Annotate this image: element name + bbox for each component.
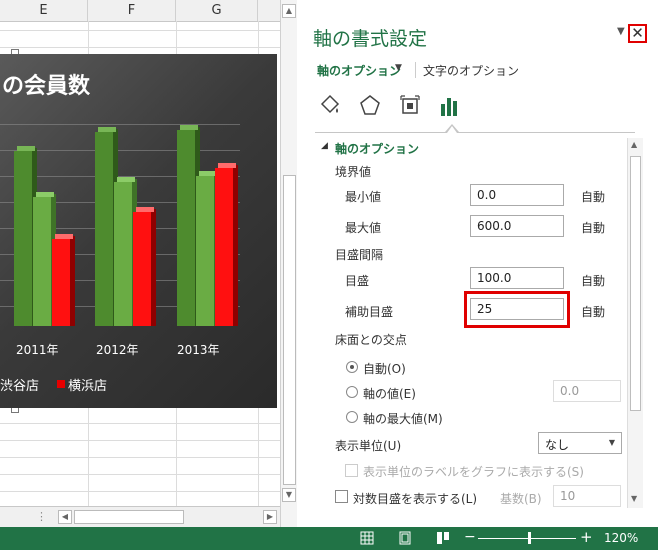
close-icon[interactable]: ✕	[628, 24, 647, 43]
scroll-thumb[interactable]	[74, 510, 184, 524]
bounds-label: 境界値	[335, 165, 372, 179]
min-label: 最小値	[345, 190, 382, 204]
zoom-slider-thumb[interactable]	[528, 532, 531, 544]
chevron-down-icon[interactable]: ▼	[395, 63, 402, 73]
worksheet[interactable]: E F G の会員数 2011年 2012年 2013年 渋谷店 横浜店 ⋮ ◀…	[0, 0, 280, 527]
bar-series1-2[interactable]	[95, 127, 118, 326]
max-value-field[interactable]: 600.0	[470, 215, 564, 237]
max-auto-button[interactable]: 自動	[581, 219, 605, 236]
scroll-left-button[interactable]: ◀	[58, 510, 72, 524]
axis-options-icon[interactable]	[437, 92, 463, 118]
column-header-bar: E F G	[0, 0, 280, 22]
zoom-in-button[interactable]: +	[580, 528, 593, 546]
sheet-tab-splitter[interactable]: ⋮	[36, 510, 47, 523]
minor-auto-button[interactable]: 自動	[581, 303, 605, 320]
log-scale-checkbox[interactable]	[335, 490, 348, 503]
vertical-scroll-thumb[interactable]	[283, 175, 296, 485]
bar-series2-1[interactable]	[33, 192, 56, 326]
zoom-out-button[interactable]: −	[464, 529, 476, 545]
bar-series3-3[interactable]	[215, 163, 238, 326]
bar-series3-2[interactable]	[133, 207, 156, 326]
column-header-e[interactable]: E	[0, 0, 88, 21]
pane-scrollbar[interactable]: ▲ ▼	[627, 138, 643, 508]
show-units-checkbox[interactable]	[345, 464, 358, 477]
major-auto-button[interactable]: 自動	[581, 272, 605, 289]
show-units-label[interactable]: 表示単位のラベルをグラフに表示する(S)	[363, 463, 584, 480]
scroll-right-button[interactable]: ▶	[263, 510, 277, 524]
min-value-field[interactable]: 0.0	[470, 184, 564, 206]
cross-label: 床面との交点	[335, 333, 407, 347]
radio-axis-max[interactable]	[346, 411, 358, 423]
pane-scroll-thumb[interactable]	[630, 156, 641, 411]
normal-view-icon[interactable]	[360, 531, 374, 545]
x-axis-label-2013: 2013年	[177, 343, 220, 357]
radio-axis-value[interactable]	[346, 386, 358, 398]
status-bar: − + 120%	[0, 527, 658, 550]
scroll-down-button[interactable]: ▼	[282, 488, 296, 502]
zoom-slider[interactable]	[478, 538, 576, 539]
minor-unit-label: 補助目盛	[345, 305, 394, 319]
scroll-up-button[interactable]: ▲	[282, 4, 296, 18]
bar-series2-2[interactable]	[114, 177, 137, 326]
bar-series1-1[interactable]	[14, 146, 37, 326]
scroll-up-icon[interactable]: ▲	[631, 140, 637, 149]
radio-auto-label[interactable]: 自動(O)	[363, 360, 406, 377]
log-scale-label[interactable]: 対数目盛を表示する(L)	[353, 490, 477, 507]
display-units-label: 表示単位(U)	[335, 439, 402, 453]
major-unit-label: 目盛	[345, 274, 370, 288]
radio-auto[interactable]	[346, 361, 358, 373]
display-units-select[interactable]: なし ▼	[538, 432, 622, 454]
pane-options-dropdown-icon[interactable]: ▼	[617, 26, 625, 37]
chevron-down-icon: ▼	[608, 438, 615, 447]
effects-icon[interactable]	[357, 92, 383, 118]
bar-series1-3[interactable]	[177, 125, 200, 326]
radio-axis-value-label[interactable]: 軸の値(E)	[363, 385, 416, 402]
horizontal-scrollbar[interactable]: ⋮ ◀ ▶	[0, 506, 280, 527]
vertical-scrollbar[interactable]: ▲ ▼	[280, 0, 298, 527]
major-unit-field[interactable]: 100.0	[470, 267, 564, 289]
bar-series2-3[interactable]	[196, 171, 219, 326]
display-units-value: なし	[545, 438, 570, 452]
legend-swatch-yokohama	[57, 380, 65, 388]
units-label: 目盛間隔	[335, 248, 384, 262]
axis-value-field[interactable]: 0.0	[553, 380, 621, 402]
chart-title[interactable]: の会員数	[2, 68, 90, 100]
column-header-g[interactable]: G	[176, 0, 258, 21]
base-label: 基数(B)	[500, 492, 542, 506]
collapse-triangle-icon[interactable]: ◢	[321, 141, 328, 151]
base-field[interactable]: 10	[553, 485, 621, 507]
max-label: 最大値	[345, 221, 382, 235]
column-header-f[interactable]: F	[88, 0, 176, 21]
x-axis-label-2012: 2012年	[96, 343, 139, 357]
zoom-level[interactable]: 120%	[604, 531, 638, 545]
minor-unit-field[interactable]: 25	[470, 298, 564, 320]
chart-area[interactable]: の会員数 2011年 2012年 2013年 渋谷店 横浜店	[0, 54, 277, 408]
size-properties-icon[interactable]	[397, 92, 423, 118]
tab-text-options[interactable]: 文字のオプション	[423, 62, 519, 79]
format-axis-pane: 軸の書式設定 ▼ ✕ 軸のオプション ▼ 文字のオプション ▲ ▼ ◢ 軸のオプ…	[297, 0, 658, 527]
bar-series3-1[interactable]	[52, 234, 75, 326]
tab-separator	[415, 62, 416, 78]
tab-axis-options[interactable]: 軸のオプション	[317, 62, 401, 79]
pane-title: 軸の書式設定	[313, 28, 428, 50]
radio-axis-max-label[interactable]: 軸の最大値(M)	[363, 410, 443, 427]
section-axis-options[interactable]: 軸のオプション	[335, 140, 419, 157]
page-break-view-icon[interactable]	[436, 531, 450, 545]
legend-entry-yokohama[interactable]: 横浜店	[68, 375, 107, 394]
fill-line-icon[interactable]	[317, 92, 343, 118]
page-layout-view-icon[interactable]	[398, 531, 412, 545]
legend-entry-shibuya[interactable]: 渋谷店	[0, 375, 39, 394]
x-axis-label-2011: 2011年	[16, 343, 59, 357]
min-auto-button[interactable]: 自動	[581, 188, 605, 205]
scroll-down-icon[interactable]: ▼	[631, 494, 637, 503]
